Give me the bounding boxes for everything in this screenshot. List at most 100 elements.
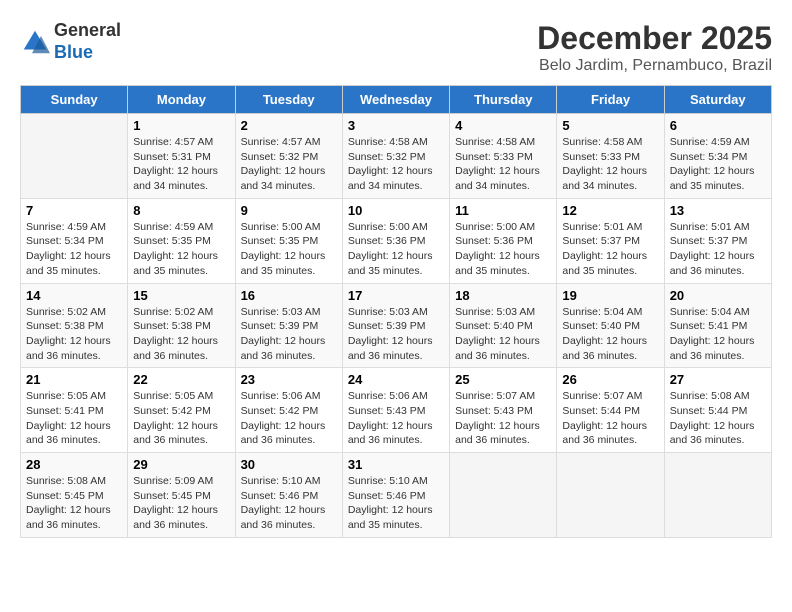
- calendar-cell: 10 Sunrise: 5:00 AM Sunset: 5:36 PM Dayli…: [342, 198, 449, 283]
- day-number: 20: [670, 288, 766, 303]
- day-info: Sunrise: 4:57 AM Sunset: 5:31 PM Dayligh…: [133, 135, 229, 194]
- day-number: 26: [562, 372, 658, 387]
- day-info: Sunrise: 5:01 AM Sunset: 5:37 PM Dayligh…: [562, 220, 658, 279]
- calendar-week-row: 28Sunrise: 5:08 AM Sunset: 5:45 PM Dayli…: [21, 453, 772, 538]
- calendar-cell: 17 Sunrise: 5:03 AM Sunset: 5:39 PM Dayli…: [342, 283, 449, 368]
- calendar-cell: 25Sunrise: 5:07 AM Sunset: 5:43 PM Dayli…: [450, 368, 557, 453]
- day-number: 11: [455, 203, 551, 218]
- day-number: 9: [241, 203, 337, 218]
- day-info: Sunrise: 5:05 AM Sunset: 5:42 PM Dayligh…: [133, 389, 229, 448]
- day-number: 24: [348, 372, 444, 387]
- day-number: 8: [133, 203, 229, 218]
- main-title: December 2025: [537, 20, 772, 57]
- calendar-cell: 21 Sunrise: 5:05 AM Sunset: 5:41 PM Dayli…: [21, 368, 128, 453]
- day-number: 21: [26, 372, 122, 387]
- day-info: Sunrise: 4:58 AM Sunset: 5:32 PM Dayligh…: [348, 135, 444, 194]
- logo-blue: Blue: [54, 42, 93, 62]
- calendar-cell: 18Sunrise: 5:03 AM Sunset: 5:40 PM Dayli…: [450, 283, 557, 368]
- day-number: 1: [133, 118, 229, 133]
- calendar-cell: 1 Sunrise: 4:57 AM Sunset: 5:31 PM Daylig…: [128, 114, 235, 199]
- weekday-row: SundayMondayTuesdayWednesdayThursdayFrid…: [21, 86, 772, 114]
- day-info: Sunrise: 5:07 AM Sunset: 5:44 PM Dayligh…: [562, 389, 658, 448]
- weekday-header: Sunday: [21, 86, 128, 114]
- day-number: 7: [26, 203, 122, 218]
- day-number: 29: [133, 457, 229, 472]
- calendar-cell: 20 Sunrise: 5:04 AM Sunset: 5:41 PM Dayli…: [664, 283, 771, 368]
- logo-text: General Blue: [54, 20, 121, 63]
- day-number: 22: [133, 372, 229, 387]
- calendar-cell: 8 Sunrise: 4:59 AM Sunset: 5:35 PM Daylig…: [128, 198, 235, 283]
- day-info: Sunrise: 5:04 AM Sunset: 5:40 PM Dayligh…: [562, 305, 658, 364]
- day-info: Sunrise: 4:57 AM Sunset: 5:32 PM Dayligh…: [241, 135, 337, 194]
- day-info: Sunrise: 5:06 AM Sunset: 5:43 PM Dayligh…: [348, 389, 444, 448]
- day-info: Sunrise: 5:04 AM Sunset: 5:41 PM Dayligh…: [670, 305, 766, 364]
- day-info: Sunrise: 5:08 AM Sunset: 5:44 PM Dayligh…: [670, 389, 766, 448]
- day-info: Sunrise: 5:00 AM Sunset: 5:36 PM Dayligh…: [348, 220, 444, 279]
- day-info: Sunrise: 5:10 AM Sunset: 5:46 PM Dayligh…: [241, 474, 337, 533]
- logo: General Blue: [20, 20, 121, 63]
- calendar-cell: [21, 114, 128, 199]
- weekday-header: Wednesday: [342, 86, 449, 114]
- day-number: 14: [26, 288, 122, 303]
- calendar-cell: 19Sunrise: 5:04 AM Sunset: 5:40 PM Dayli…: [557, 283, 664, 368]
- calendar-cell: 26 Sunrise: 5:07 AM Sunset: 5:44 PM Dayli…: [557, 368, 664, 453]
- calendar-cell: 2 Sunrise: 4:57 AM Sunset: 5:32 PM Daylig…: [235, 114, 342, 199]
- day-number: 10: [348, 203, 444, 218]
- day-info: Sunrise: 5:06 AM Sunset: 5:42 PM Dayligh…: [241, 389, 337, 448]
- calendar-cell: 11 Sunrise: 5:00 AM Sunset: 5:36 PM Dayli…: [450, 198, 557, 283]
- calendar-table: SundayMondayTuesdayWednesdayThursdayFrid…: [20, 85, 772, 538]
- day-number: 16: [241, 288, 337, 303]
- calendar-cell: 31Sunrise: 5:10 AM Sunset: 5:46 PM Dayli…: [342, 453, 449, 538]
- day-number: 15: [133, 288, 229, 303]
- calendar-cell: 29Sunrise: 5:09 AM Sunset: 5:45 PM Dayli…: [128, 453, 235, 538]
- day-info: Sunrise: 5:01 AM Sunset: 5:37 PM Dayligh…: [670, 220, 766, 279]
- day-info: Sunrise: 5:03 AM Sunset: 5:40 PM Dayligh…: [455, 305, 551, 364]
- calendar-cell: 7 Sunrise: 4:59 AM Sunset: 5:34 PM Daylig…: [21, 198, 128, 283]
- calendar-cell: 4 Sunrise: 4:58 AM Sunset: 5:33 PM Daylig…: [450, 114, 557, 199]
- calendar-cell: 14 Sunrise: 5:02 AM Sunset: 5:38 PM Dayli…: [21, 283, 128, 368]
- day-number: 30: [241, 457, 337, 472]
- calendar-cell: 30 Sunrise: 5:10 AM Sunset: 5:46 PM Dayli…: [235, 453, 342, 538]
- calendar-cell: 16 Sunrise: 5:03 AM Sunset: 5:39 PM Dayli…: [235, 283, 342, 368]
- day-info: Sunrise: 4:59 AM Sunset: 5:34 PM Dayligh…: [670, 135, 766, 194]
- calendar-week-row: 14 Sunrise: 5:02 AM Sunset: 5:38 PM Dayli…: [21, 283, 772, 368]
- day-info: Sunrise: 4:59 AM Sunset: 5:34 PM Dayligh…: [26, 220, 122, 279]
- weekday-header: Friday: [557, 86, 664, 114]
- calendar-header: SundayMondayTuesdayWednesdayThursdayFrid…: [21, 86, 772, 114]
- day-number: 27: [670, 372, 766, 387]
- calendar-cell: 12 Sunrise: 5:01 AM Sunset: 5:37 PM Dayli…: [557, 198, 664, 283]
- calendar-cell: 6 Sunrise: 4:59 AM Sunset: 5:34 PM Daylig…: [664, 114, 771, 199]
- calendar-cell: 9 Sunrise: 5:00 AM Sunset: 5:35 PM Daylig…: [235, 198, 342, 283]
- weekday-header: Saturday: [664, 86, 771, 114]
- weekday-header: Thursday: [450, 86, 557, 114]
- calendar-cell: [557, 453, 664, 538]
- day-number: 12: [562, 203, 658, 218]
- day-info: Sunrise: 4:59 AM Sunset: 5:35 PM Dayligh…: [133, 220, 229, 279]
- day-number: 6: [670, 118, 766, 133]
- day-info: Sunrise: 5:00 AM Sunset: 5:36 PM Dayligh…: [455, 220, 551, 279]
- subtitle: Belo Jardim, Pernambuco, Brazil: [537, 57, 772, 75]
- calendar-week-row: 7 Sunrise: 4:59 AM Sunset: 5:34 PM Daylig…: [21, 198, 772, 283]
- calendar-cell: 22 Sunrise: 5:05 AM Sunset: 5:42 PM Dayli…: [128, 368, 235, 453]
- day-number: 28: [26, 457, 122, 472]
- day-info: Sunrise: 5:03 AM Sunset: 5:39 PM Dayligh…: [241, 305, 337, 364]
- day-number: 17: [348, 288, 444, 303]
- day-info: Sunrise: 5:00 AM Sunset: 5:35 PM Dayligh…: [241, 220, 337, 279]
- day-info: Sunrise: 5:03 AM Sunset: 5:39 PM Dayligh…: [348, 305, 444, 364]
- calendar-cell: 15Sunrise: 5:02 AM Sunset: 5:38 PM Dayli…: [128, 283, 235, 368]
- calendar-cell: 24 Sunrise: 5:06 AM Sunset: 5:43 PM Dayli…: [342, 368, 449, 453]
- day-info: Sunrise: 4:58 AM Sunset: 5:33 PM Dayligh…: [455, 135, 551, 194]
- day-number: 4: [455, 118, 551, 133]
- calendar-cell: [664, 453, 771, 538]
- calendar-cell: 3Sunrise: 4:58 AM Sunset: 5:32 PM Daylig…: [342, 114, 449, 199]
- calendar-week-row: 21 Sunrise: 5:05 AM Sunset: 5:41 PM Dayli…: [21, 368, 772, 453]
- day-info: Sunrise: 5:02 AM Sunset: 5:38 PM Dayligh…: [26, 305, 122, 364]
- calendar-cell: 23Sunrise: 5:06 AM Sunset: 5:42 PM Dayli…: [235, 368, 342, 453]
- day-number: 31: [348, 457, 444, 472]
- calendar-cell: [450, 453, 557, 538]
- weekday-header: Tuesday: [235, 86, 342, 114]
- day-info: Sunrise: 5:05 AM Sunset: 5:41 PM Dayligh…: [26, 389, 122, 448]
- day-number: 2: [241, 118, 337, 133]
- calendar-body: 1 Sunrise: 4:57 AM Sunset: 5:31 PM Daylig…: [21, 114, 772, 538]
- calendar-cell: 13Sunrise: 5:01 AM Sunset: 5:37 PM Dayli…: [664, 198, 771, 283]
